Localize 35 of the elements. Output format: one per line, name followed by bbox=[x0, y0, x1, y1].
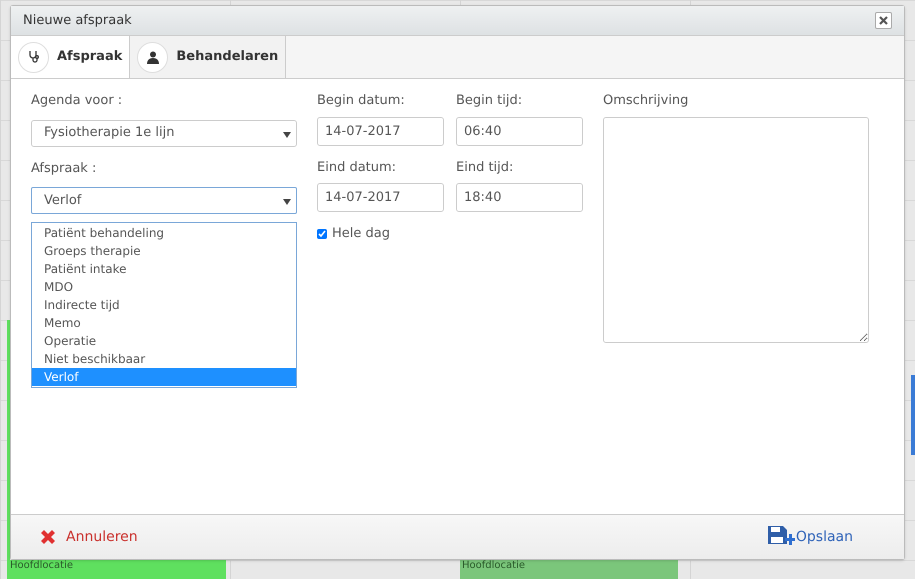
time-field[interactable]: 06:40 bbox=[456, 116, 583, 146]
agenda-select[interactable]: Fysiotherapie 1e lijn bbox=[31, 120, 297, 146]
field-label: Afspraak : bbox=[31, 160, 98, 178]
dropdown-option[interactable]: Patiënt intake bbox=[32, 260, 296, 278]
calendar-event[interactable]: Hoofdlocatie bbox=[8, 560, 226, 579]
close-button[interactable] bbox=[875, 12, 892, 29]
calendar-event[interactable]: Hoofdlocatie bbox=[460, 560, 678, 579]
field-label: Eind tijd: bbox=[456, 158, 514, 176]
stethoscope-icon bbox=[28, 50, 40, 64]
date-field[interactable]: 14-07-2017 bbox=[317, 116, 444, 146]
doctor-icon bbox=[146, 50, 159, 64]
field-label: Begin tijd: bbox=[456, 92, 524, 110]
dropdown-option[interactable]: Operatie bbox=[32, 332, 296, 350]
field-label: Begin datum: bbox=[317, 92, 406, 110]
dropdown-option[interactable]: Patiënt behandeling bbox=[32, 224, 296, 242]
window-title: Nieuwe afspraak bbox=[23, 12, 132, 30]
field-label: Eind datum: bbox=[317, 158, 398, 176]
field-label: Omschrijving bbox=[603, 92, 690, 110]
save-button[interactable]: Opslaan bbox=[766, 525, 853, 549]
field-label: Agenda voor : bbox=[31, 92, 124, 110]
caret-icon bbox=[283, 132, 291, 138]
cancel-button[interactable]: Annuleren bbox=[38, 526, 138, 548]
tab[interactable]: Afspraak bbox=[11, 36, 130, 78]
close-icon bbox=[879, 16, 888, 25]
checkbox[interactable] bbox=[317, 228, 327, 239]
dropdown-option[interactable]: Niet beschikbaar bbox=[32, 350, 296, 368]
checkbox-label: Hele dag bbox=[332, 225, 390, 243]
dropdown-option[interactable]: MDO bbox=[32, 278, 296, 296]
date-field[interactable]: 14-07-2017 bbox=[317, 183, 444, 212]
dropdown-option[interactable]: Groeps therapie bbox=[32, 242, 296, 260]
caret-icon bbox=[283, 199, 291, 205]
dropdown-option[interactable]: Memo bbox=[32, 314, 296, 332]
afspraak-select[interactable]: Verlof bbox=[31, 187, 297, 214]
dropdown-option[interactable]: Indirecte tijd bbox=[32, 296, 296, 314]
time-field[interactable]: 18:40 bbox=[456, 183, 583, 212]
